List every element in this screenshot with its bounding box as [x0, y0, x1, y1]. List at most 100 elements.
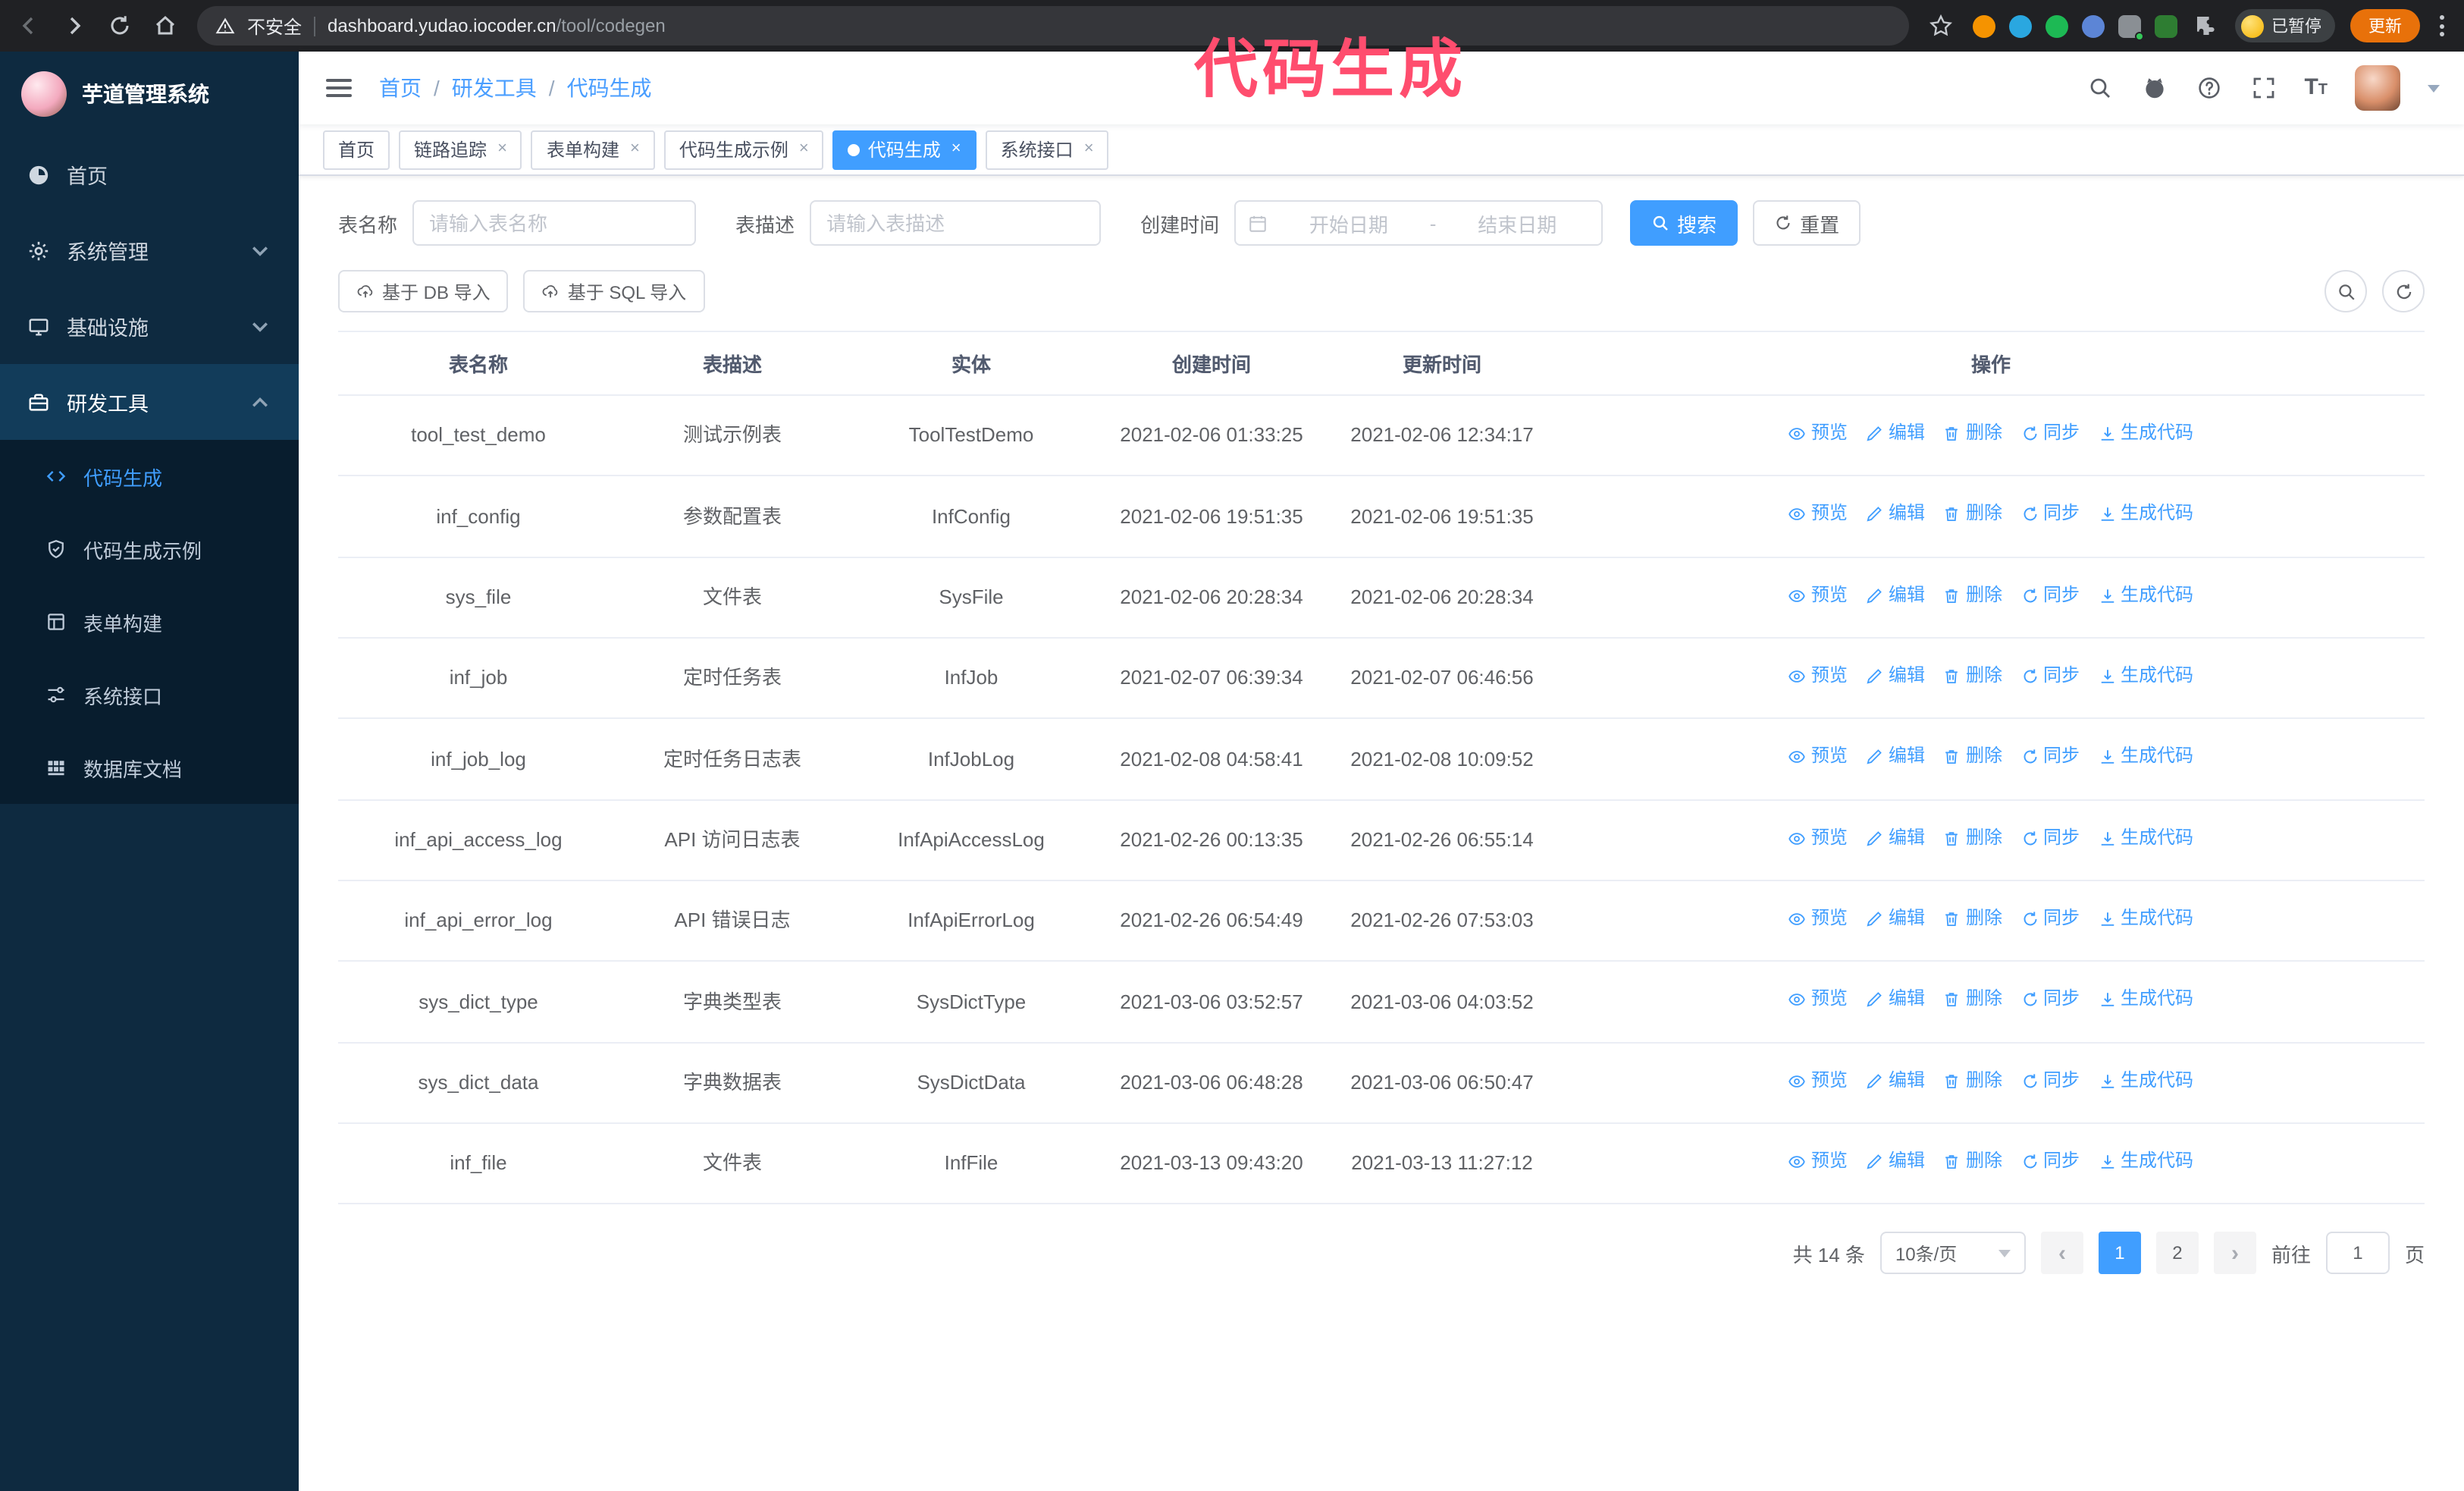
edit-link[interactable]: 编辑: [1866, 1066, 1925, 1096]
delete-link[interactable]: 删除: [1943, 985, 2002, 1015]
bookmark-star-icon[interactable]: [1927, 12, 1955, 39]
sync-link[interactable]: 同步: [2020, 419, 2080, 449]
avatar[interactable]: [2355, 65, 2400, 111]
generate-code-link[interactable]: 生成代码: [2098, 1147, 2193, 1177]
generate-code-link[interactable]: 生成代码: [2098, 985, 2193, 1015]
sync-link[interactable]: 同步: [2020, 823, 2080, 853]
generate-code-link[interactable]: 生成代码: [2098, 1066, 2193, 1096]
preview-link[interactable]: 预览: [1788, 1066, 1848, 1096]
tab-tracing[interactable]: 链路追踪: [399, 130, 522, 169]
extension-icon[interactable]: [2045, 14, 2068, 37]
refresh-table-button[interactable]: [2382, 270, 2425, 312]
preview-link[interactable]: 预览: [1788, 661, 1848, 692]
generate-code-link[interactable]: 生成代码: [2098, 419, 2193, 449]
delete-link[interactable]: 删除: [1943, 500, 2002, 530]
sync-link[interactable]: 同步: [2020, 904, 2080, 934]
extension-icon[interactable]: [2155, 14, 2177, 37]
forward-icon[interactable]: [61, 12, 88, 39]
edit-link[interactable]: 编辑: [1866, 419, 1925, 449]
extension-icon[interactable]: [2009, 14, 2032, 37]
table-name-input[interactable]: [412, 200, 697, 246]
delete-link[interactable]: 删除: [1943, 742, 2002, 773]
edit-link[interactable]: 编辑: [1866, 742, 1925, 773]
prev-page-button[interactable]: [2040, 1232, 2083, 1275]
sidebar-item-infra[interactable]: 基础设施: [0, 288, 299, 364]
tab-api[interactable]: 系统接口: [985, 130, 1109, 169]
page-button-2[interactable]: 2: [2155, 1232, 2199, 1275]
hamburger-icon[interactable]: [323, 73, 355, 103]
update-button[interactable]: 更新: [2350, 9, 2420, 42]
edit-link[interactable]: 编辑: [1866, 500, 1925, 530]
preview-link[interactable]: 预览: [1788, 1147, 1848, 1177]
address-bar[interactable]: 不安全 dashboard.yudao.iocoder.cn/tool/code…: [197, 6, 1909, 46]
preview-link[interactable]: 预览: [1788, 742, 1848, 773]
date-range-picker[interactable]: 开始日期 - 结束日期: [1234, 200, 1603, 246]
delete-link[interactable]: 删除: [1943, 419, 2002, 449]
back-icon[interactable]: [15, 12, 42, 39]
help-icon[interactable]: [2195, 74, 2222, 102]
delete-link[interactable]: 删除: [1943, 1147, 2002, 1177]
sync-link[interactable]: 同步: [2020, 1147, 2080, 1177]
close-icon[interactable]: [630, 141, 640, 158]
edit-link[interactable]: 编辑: [1866, 661, 1925, 692]
extensions-puzzle-icon[interactable]: [2193, 12, 2220, 39]
search-icon[interactable]: [2086, 74, 2113, 102]
close-icon[interactable]: [799, 141, 809, 158]
next-page-button[interactable]: [2213, 1232, 2256, 1275]
generate-code-link[interactable]: 生成代码: [2098, 823, 2193, 853]
close-icon[interactable]: [497, 141, 507, 158]
import-db-button[interactable]: 基于 DB 导入: [338, 270, 509, 312]
page-size-select[interactable]: 10条/页: [1879, 1232, 2026, 1275]
breadcrumb-devtools[interactable]: 研发工具: [452, 73, 537, 103]
reload-icon[interactable]: [106, 12, 133, 39]
generate-code-link[interactable]: 生成代码: [2098, 661, 2193, 692]
browser-menu-icon[interactable]: [2435, 15, 2449, 36]
extension-icon[interactable]: [2082, 14, 2105, 37]
sidebar-item-api[interactable]: 系统接口: [0, 658, 299, 731]
edit-link[interactable]: 编辑: [1866, 985, 1925, 1015]
table-desc-input[interactable]: [810, 200, 1102, 246]
close-icon[interactable]: [951, 141, 961, 158]
sidebar-item-home[interactable]: 首页: [0, 137, 299, 212]
delete-link[interactable]: 删除: [1943, 823, 2002, 853]
generate-code-link[interactable]: 生成代码: [2098, 500, 2193, 530]
import-sql-button[interactable]: 基于 SQL 导入: [523, 270, 705, 312]
delete-link[interactable]: 删除: [1943, 661, 2002, 692]
edit-link[interactable]: 编辑: [1866, 580, 1925, 611]
sidebar-item-codegen[interactable]: 代码生成: [0, 440, 299, 513]
sidebar-item-form-builder[interactable]: 表单构建: [0, 585, 299, 658]
preview-link[interactable]: 预览: [1788, 985, 1848, 1015]
tab-form-builder[interactable]: 表单构建: [531, 130, 655, 169]
breadcrumb-home[interactable]: 首页: [379, 73, 422, 103]
tab-codegen-example[interactable]: 代码生成示例: [663, 130, 824, 169]
generate-code-link[interactable]: 生成代码: [2098, 580, 2193, 611]
github-icon[interactable]: [2140, 74, 2168, 102]
search-button[interactable]: 搜索: [1630, 200, 1738, 246]
edit-link[interactable]: 编辑: [1866, 904, 1925, 934]
sync-link[interactable]: 同步: [2020, 661, 2080, 692]
sidebar-item-db-doc[interactable]: 数据库文档: [0, 731, 299, 804]
sync-link[interactable]: 同步: [2020, 742, 2080, 773]
sync-link[interactable]: 同步: [2020, 1066, 2080, 1096]
delete-link[interactable]: 删除: [1943, 1066, 2002, 1096]
extension-icon[interactable]: [1973, 14, 1995, 37]
sidebar-item-codegen-example[interactable]: 代码生成示例: [0, 513, 299, 585]
tab-codegen[interactable]: 代码生成: [832, 130, 977, 169]
page-button-1[interactable]: 1: [2098, 1232, 2141, 1275]
sidebar-item-devtools[interactable]: 研发工具: [0, 364, 299, 440]
preview-link[interactable]: 预览: [1788, 904, 1848, 934]
preview-link[interactable]: 预览: [1788, 419, 1848, 449]
toggle-search-button[interactable]: [2324, 270, 2367, 312]
reset-button[interactable]: 重置: [1753, 200, 1861, 246]
delete-link[interactable]: 删除: [1943, 580, 2002, 611]
edit-link[interactable]: 编辑: [1866, 1147, 1925, 1177]
home-icon[interactable]: [152, 12, 179, 39]
goto-page-input[interactable]: [2325, 1232, 2390, 1275]
generate-code-link[interactable]: 生成代码: [2098, 904, 2193, 934]
avatar-caret-icon[interactable]: [2428, 84, 2440, 92]
fullscreen-icon[interactable]: [2249, 74, 2277, 102]
font-size-icon[interactable]: [2304, 74, 2328, 102]
close-icon[interactable]: [1084, 141, 1094, 158]
delete-link[interactable]: 删除: [1943, 904, 2002, 934]
sidebar-item-system[interactable]: 系统管理: [0, 212, 299, 288]
